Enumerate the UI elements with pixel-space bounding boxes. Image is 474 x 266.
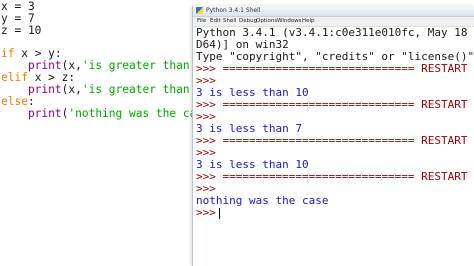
restart-text: ============================= RESTART xyxy=(215,98,468,111)
menu-options[interactable]: Options xyxy=(256,17,277,26)
restart-line: >>> ============================= RESTAR… xyxy=(196,135,468,147)
text-caret xyxy=(219,208,220,219)
string-literal: 'is greater than', xyxy=(81,59,192,72)
python-icon xyxy=(196,7,203,14)
code-editor[interactable]: x = 3 y = 7 z = 10 if x > y: print(x,'is… xyxy=(0,0,192,266)
menu-edit[interactable]: Edit xyxy=(210,17,221,26)
code-line: print('nothing was the case xyxy=(1,108,192,120)
code-text: (x, xyxy=(61,83,82,96)
input-prompt-line[interactable]: >>> xyxy=(196,207,216,219)
string-literal: 'is greater than', xyxy=(81,83,192,96)
menu-shell[interactable]: Shell xyxy=(223,17,236,26)
menu-help[interactable]: Help xyxy=(302,17,315,26)
code-text: z = 10 xyxy=(1,24,42,37)
string-literal: 'nothing was the case xyxy=(68,107,192,120)
window-title: Python 3.4.1 Shell xyxy=(206,7,261,14)
code-line: z = 10 xyxy=(1,25,41,37)
menu-windows[interactable]: Windows xyxy=(277,17,302,26)
restart-text: ============================= RESTART xyxy=(215,62,468,75)
prompt: >>> xyxy=(196,206,216,219)
restart-text: ============================= RESTART xyxy=(215,170,468,183)
python-shell-window[interactable]: Python 3.4.1 Shell File Edit Shell Debug… xyxy=(192,6,474,266)
menu-bar: File Edit Shell Debug Options Windows He… xyxy=(193,17,474,27)
shell-output[interactable]: Python 3.4.1 (v3.4.1:c0e311e010fc, May 1… xyxy=(193,27,474,266)
builtin: print xyxy=(1,107,62,120)
menu-debug[interactable]: Debug xyxy=(239,17,257,26)
restart-line: >>> ============================= RESTAR… xyxy=(196,171,468,183)
menu-file[interactable]: File xyxy=(197,17,206,26)
title-bar[interactable]: Python 3.4.1 Shell xyxy=(193,6,474,17)
restart-text: ============================= RESTART xyxy=(215,134,468,147)
restart-line: >>> ============================= RESTAR… xyxy=(196,99,468,111)
restart-line: >>> ============================= RESTAR… xyxy=(196,63,468,75)
